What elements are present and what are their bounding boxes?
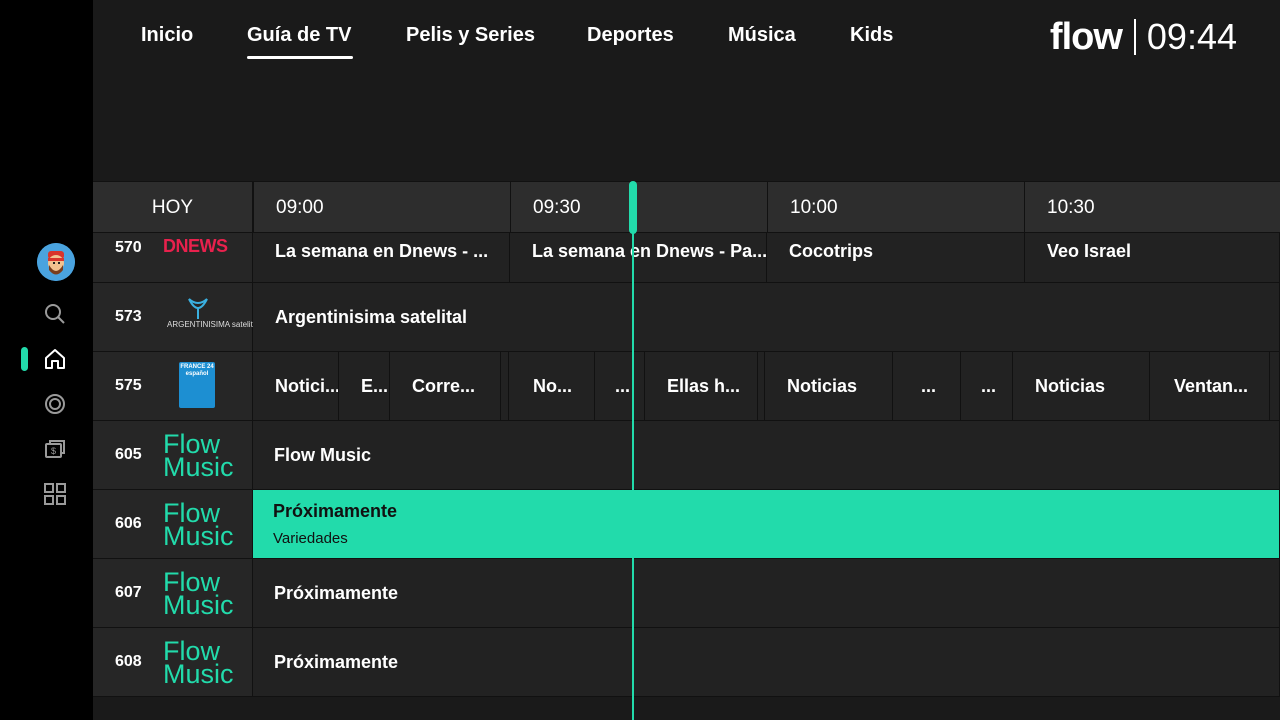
program-cell[interactable]: Corre... bbox=[390, 352, 501, 420]
program-cell[interactable]: La semana en Dnews - Pa... bbox=[510, 233, 767, 282]
channel-cell[interactable]: 605 Flow Music bbox=[93, 421, 253, 489]
program-cell[interactable]: No... bbox=[509, 352, 595, 420]
channel-number: 606 bbox=[115, 515, 142, 532]
active-tab-underline bbox=[247, 56, 353, 59]
channel-row-607: 607 Flow Music Próximamente bbox=[93, 559, 1280, 628]
program-cell[interactable]: Veo Israel bbox=[1025, 233, 1280, 282]
time-slot: 09:00 bbox=[253, 182, 510, 234]
argentinisima-logo: ARGENTINISIMA satelital bbox=[167, 320, 260, 329]
program-cell[interactable]: ... bbox=[893, 352, 961, 420]
flow-music-logo: Flow Music bbox=[163, 429, 234, 482]
program-cell[interactable] bbox=[758, 352, 765, 420]
time-slot: 10:00 bbox=[767, 182, 1024, 234]
store-icon[interactable]: $ bbox=[43, 437, 67, 461]
tab-deportes[interactable]: Deportes bbox=[587, 24, 674, 47]
apps-icon[interactable] bbox=[43, 482, 67, 506]
channel-row-605: 605 Flow Music Flow Music bbox=[93, 421, 1280, 490]
channel-cell[interactable]: 575 FRANCE 24 español bbox=[93, 352, 253, 420]
clock: 09:44 bbox=[1146, 16, 1237, 57]
channel-row-570: 570 DNEWS La semana en Dnews - ... La se… bbox=[93, 233, 1280, 283]
time-slot: 10:30 bbox=[1024, 182, 1280, 234]
sidebar: $ bbox=[0, 0, 93, 720]
search-icon[interactable] bbox=[43, 302, 67, 326]
avatar[interactable] bbox=[37, 243, 75, 281]
channel-row-575: 575 FRANCE 24 español Notici... E... Cor… bbox=[93, 352, 1280, 421]
program-cell[interactable]: Argentinisima satelital bbox=[253, 283, 1280, 351]
tab-pelis-y-series[interactable]: Pelis y Series bbox=[406, 24, 535, 47]
channel-cell[interactable]: 573 ARGENTINISIMA satelital bbox=[93, 283, 260, 351]
program-cell[interactable]: ... bbox=[961, 352, 1013, 420]
main: Inicio Guía de TV Pelis y Series Deporte… bbox=[93, 0, 1280, 720]
channel-row-606: 606 Flow Music Próximamente Variedades bbox=[93, 490, 1280, 559]
channel-number: 607 bbox=[115, 584, 142, 601]
now-indicator-handle bbox=[629, 181, 637, 234]
avatar-icon bbox=[37, 243, 75, 281]
program-cell[interactable]: Flow Music bbox=[253, 421, 1280, 489]
tab-inicio[interactable]: Inicio bbox=[141, 24, 193, 47]
channel-row-573: 573 ARGENTINISIMA satelital Argentinisim… bbox=[93, 283, 1280, 352]
program-cell[interactable]: Cocotrips bbox=[767, 233, 1025, 282]
program-title: Próximamente bbox=[273, 501, 398, 521]
brand-divider bbox=[1133, 19, 1136, 55]
program-cell[interactable]: Próximamente bbox=[253, 628, 1280, 696]
timeline-header: HOY 09:00 09:30 10:00 10:30 bbox=[93, 181, 1280, 234]
active-indicator bbox=[21, 347, 28, 371]
program-cell[interactable]: Próximamente bbox=[253, 559, 1280, 627]
flow-music-logo: Flow Music bbox=[163, 498, 234, 551]
channel-number: 570 bbox=[115, 239, 142, 256]
channel-number: 575 bbox=[115, 377, 142, 394]
channel-cell[interactable]: 608 Flow Music bbox=[93, 628, 253, 696]
channel-cell[interactable]: 607 Flow Music bbox=[93, 559, 253, 627]
program-cell[interactable]: Noticias bbox=[1013, 352, 1150, 420]
time-slot: 09:30 bbox=[510, 182, 767, 234]
live-icon[interactable] bbox=[43, 392, 67, 416]
flow-music-logo: Flow Music bbox=[163, 636, 234, 689]
program-cell[interactable]: E... bbox=[339, 352, 390, 420]
program-cell[interactable] bbox=[501, 352, 509, 420]
day-label[interactable]: HOY bbox=[93, 182, 253, 234]
home-icon[interactable] bbox=[43, 347, 67, 371]
svg-text:$: $ bbox=[51, 446, 56, 456]
channel-number: 573 bbox=[115, 308, 142, 325]
tab-guia-de-tv[interactable]: Guía de TV bbox=[247, 24, 351, 47]
top-nav: Inicio Guía de TV Pelis y Series Deporte… bbox=[93, 0, 1280, 80]
program-cell[interactable]: ... bbox=[595, 352, 645, 420]
channel-cell[interactable]: 570 DNEWS bbox=[93, 233, 253, 282]
program-cell[interactable] bbox=[1270, 352, 1280, 420]
flow-music-logo: Flow Music bbox=[163, 567, 234, 620]
program-cell[interactable]: Ellas h... bbox=[645, 352, 758, 420]
program-cell[interactable]: Noticias bbox=[765, 352, 893, 420]
channel-cell[interactable]: 606 Flow Music bbox=[93, 490, 253, 558]
program-cell[interactable]: Notici... bbox=[253, 352, 339, 420]
brand-area: flow 09:44 bbox=[1050, 14, 1237, 60]
selected-program-cell[interactable]: Próximamente Variedades bbox=[253, 490, 1280, 558]
program-cell[interactable]: La semana en Dnews - ... bbox=[253, 233, 510, 282]
tab-kids[interactable]: Kids bbox=[850, 24, 893, 47]
tv-guide-grid: HOY 09:00 09:30 10:00 10:30 570 DNEWS La… bbox=[93, 181, 1280, 720]
channel-row-608: 608 Flow Music Próximamente bbox=[93, 628, 1280, 697]
now-indicator-line bbox=[632, 233, 634, 720]
argentinisima-icon bbox=[188, 298, 208, 319]
tab-musica[interactable]: Música bbox=[728, 24, 796, 47]
france24-logo: FRANCE 24 español bbox=[179, 362, 215, 408]
dnews-logo: DNEWS bbox=[163, 236, 228, 256]
flow-logo: flow bbox=[1049, 15, 1123, 58]
program-cell[interactable]: Ventan... bbox=[1150, 352, 1270, 420]
channel-number: 608 bbox=[115, 653, 142, 670]
channel-number: 605 bbox=[115, 446, 142, 463]
program-genre: Variedades bbox=[273, 530, 348, 547]
